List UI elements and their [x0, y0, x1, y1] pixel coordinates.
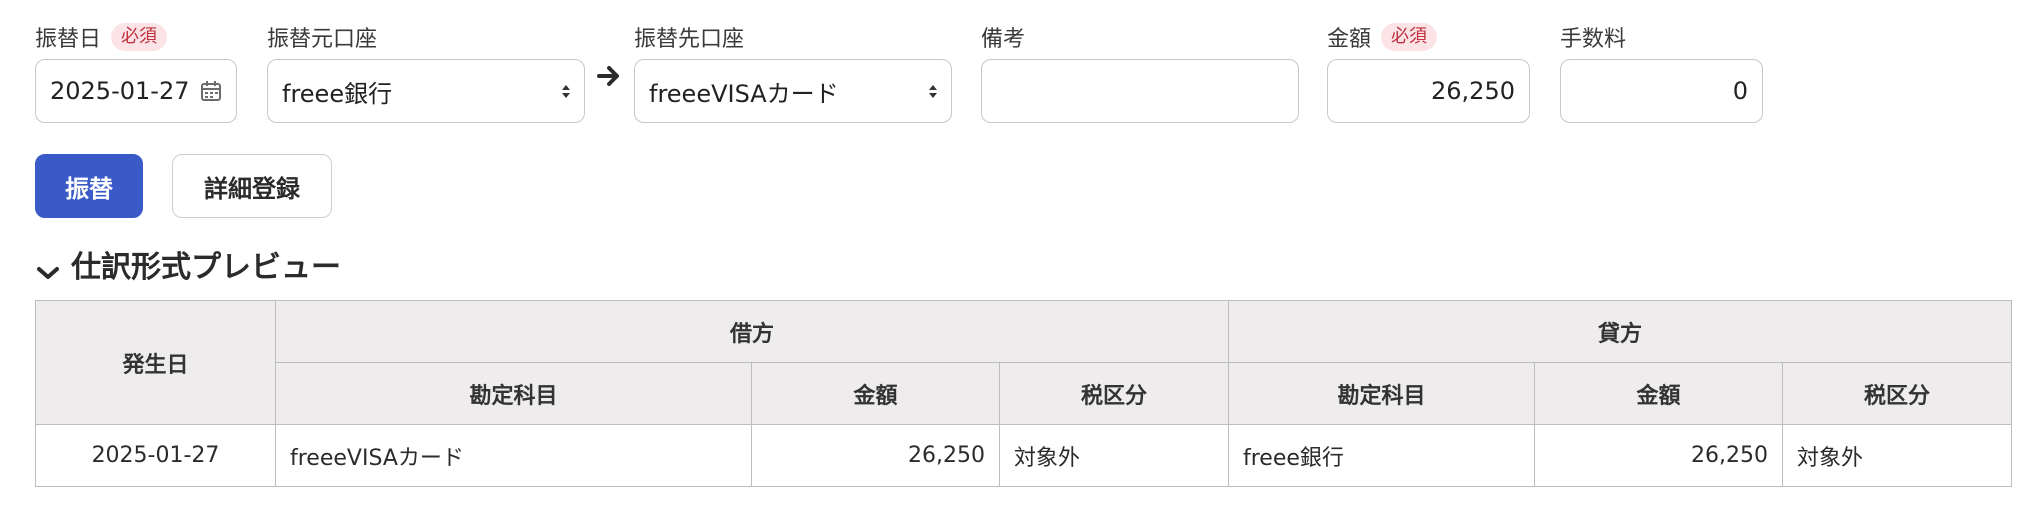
date-value: 2025-01-27 [50, 77, 190, 105]
header-date: 発生日 [35, 300, 276, 425]
from-account-value: freee銀行 [282, 79, 393, 108]
from-account-select[interactable]: freee銀行 [267, 59, 585, 123]
header-credit-account: 勘定科目 [1228, 362, 1535, 425]
row-credit-account: freee銀行 [1228, 424, 1535, 487]
required-badge: 必須 [1381, 23, 1438, 51]
to-account-select[interactable]: freeeVISAカード [634, 59, 952, 123]
amount-label-text: 金額 [1327, 27, 1372, 52]
row-debit-amount: 26,250 [751, 424, 1000, 487]
amount-value: 26,250 [1431, 77, 1515, 105]
select-arrows-icon [929, 84, 937, 98]
fee-input[interactable]: 0 [1560, 59, 1763, 123]
required-badge: 必須 [111, 23, 168, 51]
transfer-button[interactable]: 振替 [35, 154, 143, 218]
memo-label: 備考 [981, 27, 1026, 52]
memo-input[interactable] [981, 59, 1299, 123]
journal-preview-table: 発生日 借方 貸方 勘定科目 金額 税区分 勘定科目 金額 税区分 2025-0… [35, 300, 2012, 487]
header-debit-account: 勘定科目 [275, 362, 752, 425]
row-date: 2025-01-27 [35, 424, 276, 487]
table-row: 2025-01-27 freeeVISAカード 26,250 対象外 freee… [35, 424, 2012, 487]
header-credit: 貸方 [1228, 300, 2012, 363]
header-credit-amount: 金額 [1534, 362, 1783, 425]
to-account-label: 振替先口座 [634, 27, 745, 52]
header-debit: 借方 [275, 300, 1229, 363]
row-debit-tax: 対象外 [999, 424, 1229, 487]
fee-value: 0 [1732, 77, 1748, 105]
calendar-icon[interactable] [200, 80, 222, 102]
table-subheader-row: 勘定科目 金額 税区分 勘定科目 金額 税区分 [36, 362, 2012, 425]
arrow-right-icon [596, 64, 622, 88]
chevron-down-icon [35, 255, 61, 279]
date-label: 振替日 必須 [35, 19, 168, 55]
detail-register-button[interactable]: 詳細登録 [172, 154, 332, 218]
row-credit-amount: 26,250 [1534, 424, 1783, 487]
preview-title: 仕訳形式プレビュー [71, 250, 341, 285]
table-header-row: 発生日 借方 貸方 [35, 300, 2012, 425]
from-account-label: 振替元口座 [267, 27, 378, 52]
preview-toggle[interactable]: 仕訳形式プレビュー [35, 242, 341, 286]
row-credit-tax: 対象外 [1782, 424, 2012, 487]
header-debit-tax: 税区分 [999, 362, 1229, 425]
date-label-text: 振替日 [35, 27, 102, 52]
row-debit-account: freeeVISAカード [275, 424, 752, 487]
amount-input[interactable]: 26,250 [1327, 59, 1530, 123]
select-arrows-icon [562, 84, 570, 98]
header-debit-amount: 金額 [751, 362, 1000, 425]
amount-label: 金額 必須 [1327, 19, 1438, 55]
date-input[interactable]: 2025-01-27 [35, 59, 237, 123]
fee-label: 手数料 [1560, 27, 1627, 52]
to-account-value: freeeVISAカード [649, 79, 839, 108]
header-credit-tax: 税区分 [1782, 362, 2012, 425]
